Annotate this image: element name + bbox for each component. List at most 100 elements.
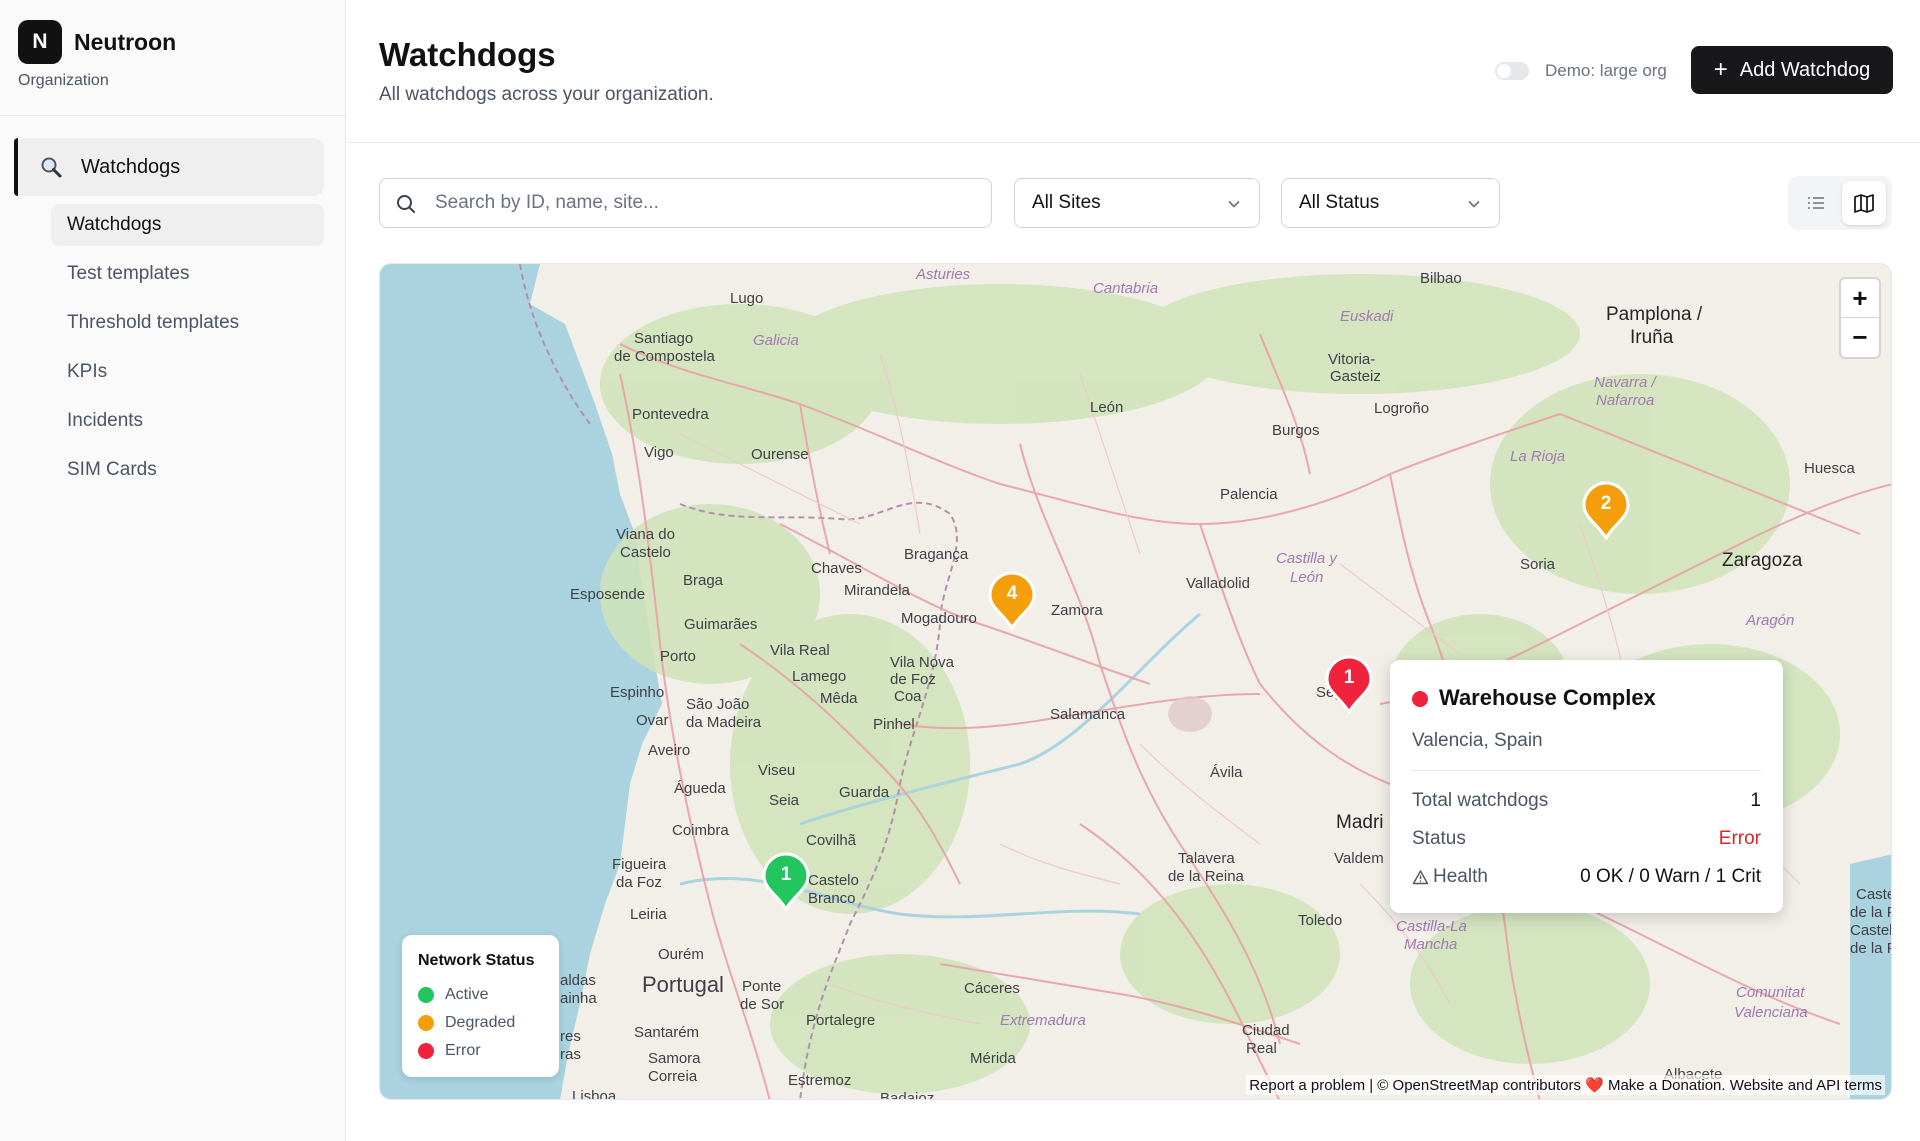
map-label: Caste [1856,886,1892,903]
map-label: Euskadi [1340,308,1394,325]
map-label: Cantabria [1093,280,1159,297]
map-label: Extremadura [1000,1012,1086,1029]
map-label: Vigo [644,444,674,461]
sidebar-item-incidents[interactable]: Incidents [51,400,324,442]
map-label: Aragón [1746,612,1795,629]
toggle-knob [1497,64,1511,78]
site-filter-select[interactable]: All Sites [1014,178,1260,228]
popup-total-row: Total watchdogs 1 [1412,790,1761,816]
map-label: Comunitat [1736,984,1805,1001]
map-label: de Compostela [614,348,715,365]
map-label: Lugo [730,290,764,307]
map-label: Coimbra [672,822,729,839]
map-view-button[interactable] [1842,181,1886,225]
map-attribution[interactable]: Report a problem | © OpenStreetMap contr… [1246,1075,1885,1095]
cluster-marker-degraded[interactable]: 2 [1580,480,1632,542]
cluster-count: 1 [1343,667,1355,688]
total-watchdogs-value: 1 [1750,790,1761,811]
map-label: ainha [560,990,597,1007]
sidebar-group-watchdogs[interactable]: Watchdogs [14,138,324,196]
map-label: Vitoria- [1328,351,1376,368]
popup-health-row: Health 0 OK / 0 Warn / 1 Crit [1412,866,1761,892]
map-label: São João [686,696,750,713]
map-label: Correia [648,1068,698,1085]
map-label: Pontevedra [632,406,709,423]
map-label: Figueira [612,856,667,873]
popup-status-row: Status Error [1412,828,1761,854]
search-input[interactable] [435,179,975,227]
map-label: Pamplona / [1606,304,1703,325]
map-label: Real [1246,1040,1277,1057]
map-label: Burgos [1272,422,1320,439]
sidebar-item-sim-cards[interactable]: SIM Cards [51,449,324,491]
zoom-out-button[interactable]: − [1841,318,1879,357]
map-label: da Madeira [686,714,762,731]
map-label: Soria [1520,556,1556,573]
sidebar-item-test-templates[interactable]: Test templates [51,253,324,295]
add-watchdog-label: Add Watchdog [1739,58,1871,81]
sidebar-item-kpis[interactable]: KPIs [51,351,324,393]
map-label: Ávila [1210,764,1243,781]
map-label: Castel [1850,922,1892,939]
map-label: Vila Real [770,642,830,659]
chevron-down-icon [1468,200,1480,208]
list-view-button[interactable] [1794,181,1838,225]
legend-label: Active [445,986,489,1003]
map-label: León [1290,569,1324,586]
sidebar-item-watchdogs[interactable]: Watchdogs [51,204,324,246]
status-filter-select[interactable]: All Status [1281,178,1500,228]
cluster-marker-active[interactable]: 1 [760,851,812,913]
page-subtitle: All watchdogs across your organization. [379,84,714,105]
cluster-count: 2 [1600,493,1612,514]
active-indicator [14,138,18,196]
add-watchdog-button[interactable]: + Add Watchdog [1691,46,1893,94]
map-label: Leiria [630,906,667,923]
map-label: Aveiro [648,742,691,759]
map-label: de Sor [740,996,785,1013]
brand-name: Neutroon [74,28,177,55]
zoom-in-button[interactable]: + [1841,279,1879,318]
map-label: Coa [894,688,922,705]
map-label: aldas [560,972,596,989]
map-label: Samora [648,1050,701,1067]
warning-icon [1412,869,1429,884]
search-icon [397,195,415,213]
map-label: Portugal [642,972,724,997]
zoom-controls: + − [1839,277,1881,359]
map-label: Logroño [1374,400,1430,417]
legend-label: Error [445,1042,481,1059]
map-label: Vila Nova [890,654,954,671]
map-label: Bilbao [1420,270,1462,287]
demo-toggle-label: Demo: large org [1545,61,1667,80]
brand-logo[interactable]: N [18,20,62,64]
map-label: Palencia [1220,486,1278,503]
map-label: de Foz [890,671,936,688]
brand: N Neutroon Organization [0,0,345,116]
map-label: Covilhã [806,832,857,849]
map-label: de la Reina [1168,868,1244,885]
map-label: Lisboa [572,1088,617,1100]
legend-item-error: Error [418,1041,481,1061]
watchdog-map[interactable]: Asturies Cantabria Bilbao Lugo Santiago … [379,263,1892,1100]
map-label: Iruña [1630,327,1674,348]
total-watchdogs-label: Total watchdogs [1412,790,1549,811]
map-label: Espinho [610,684,665,701]
map-label: Pinhel [873,716,915,733]
demo-large-org-toggle[interactable] [1495,62,1529,80]
list-icon [1808,197,1824,209]
status-value: Error [1718,828,1761,849]
map-icon [1854,194,1874,213]
map-label: Guarda [839,784,890,801]
map-label: Ponte [742,978,782,995]
cluster-marker-degraded[interactable]: 4 [986,570,1038,632]
map-label: Bragança [904,546,969,563]
sidebar-item-threshold-templates[interactable]: Threshold templates [51,302,324,344]
map-label: Mérida [970,1050,1016,1067]
network-status-legend: Network Status Active Degraded Error [402,935,559,1077]
cluster-marker-error[interactable]: 1 [1323,654,1375,716]
map-label: Ourense [751,446,809,463]
cluster-count: 4 [1006,583,1018,604]
sidebar: N Neutroon Organization Watchdogs Watchd… [0,0,346,1141]
map-label: Valladolid [1186,575,1250,592]
map-label: Santiago [634,330,694,347]
